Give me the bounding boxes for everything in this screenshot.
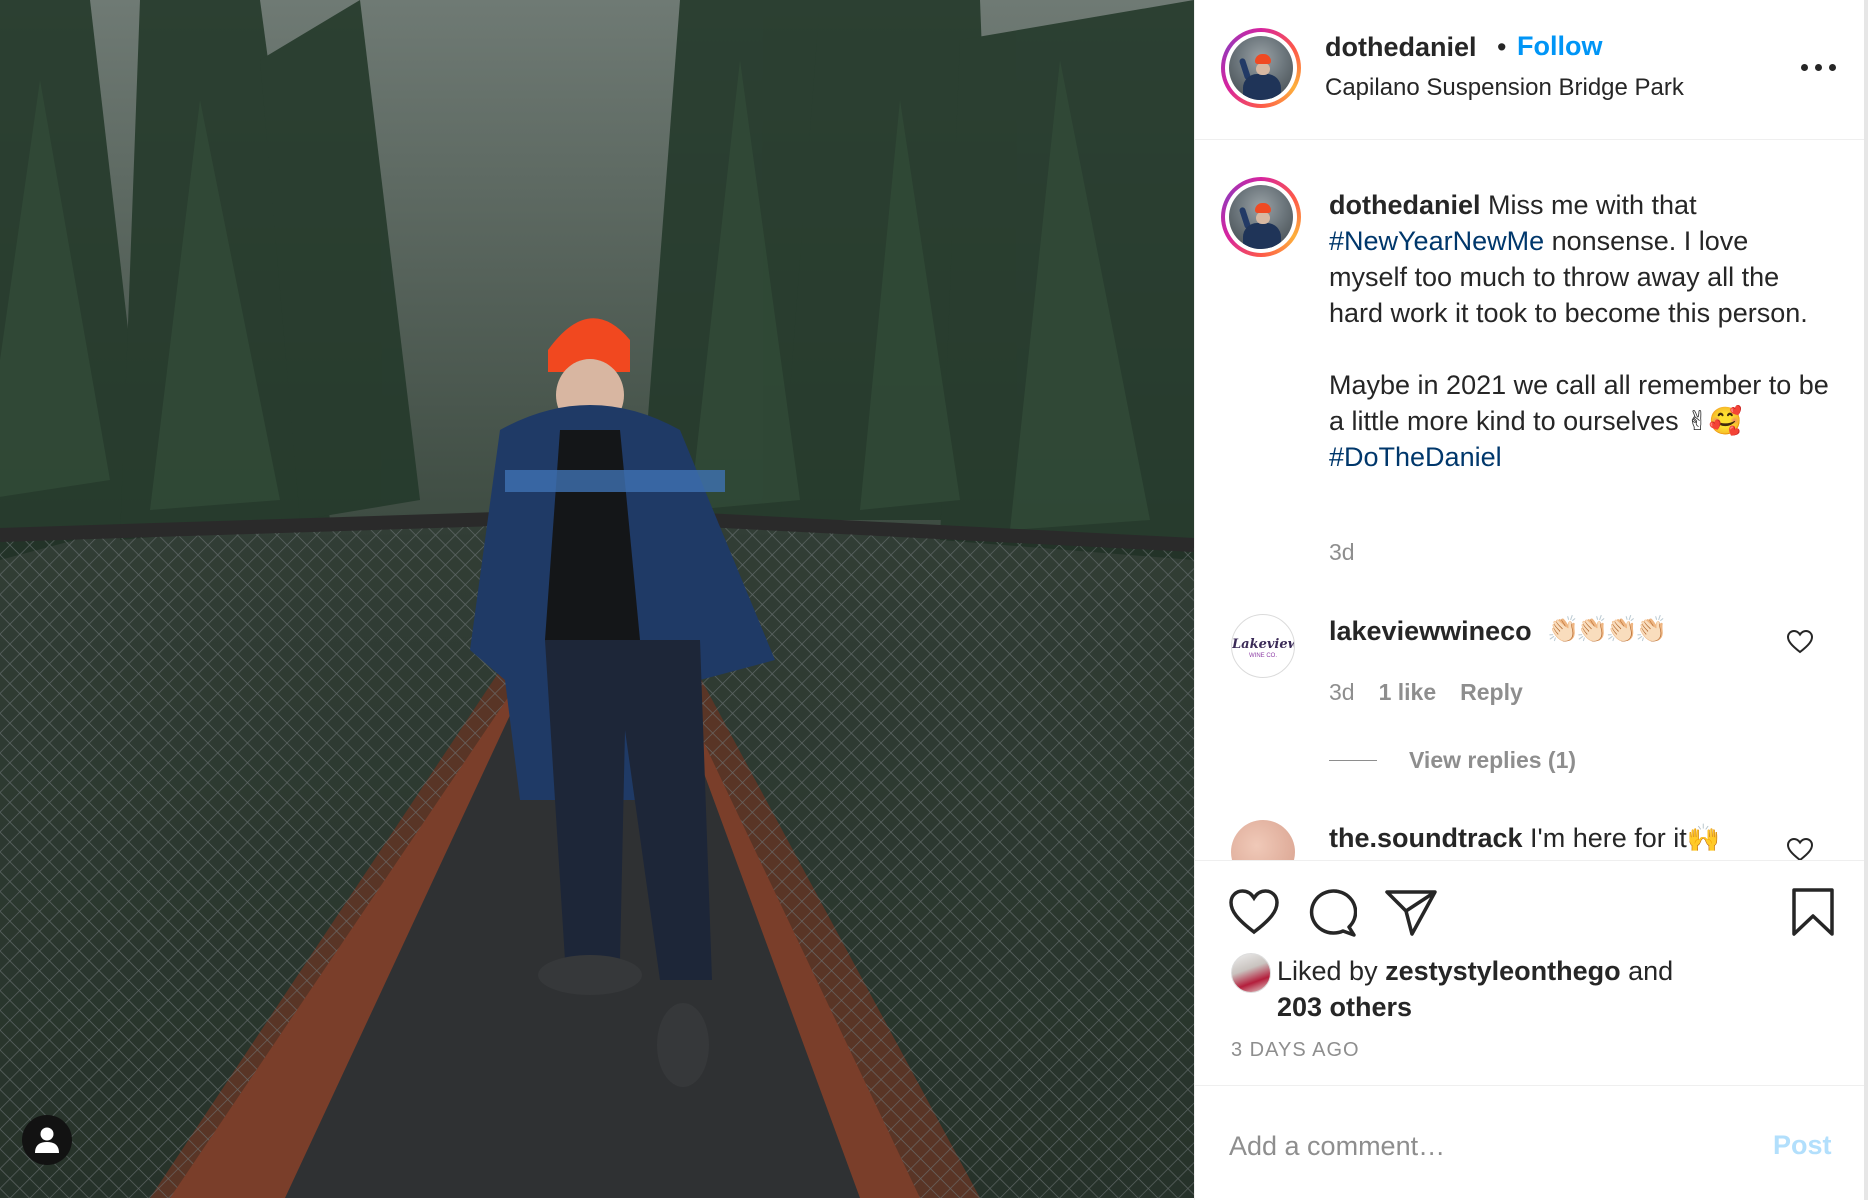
follow-button[interactable]: Follow	[1517, 31, 1602, 62]
photo-scene	[0, 0, 1194, 1198]
reply-button[interactable]: Reply	[1460, 679, 1523, 705]
post-comment-button[interactable]: Post	[1773, 1130, 1832, 1161]
comment-icon[interactable]	[1307, 889, 1357, 937]
comments-scroll-area[interactable]: dothedaniel Miss me with that #NewYearNe…	[1195, 140, 1865, 860]
hashtag-link[interactable]: #DoTheDaniel	[1329, 442, 1502, 472]
separator-dot: •	[1497, 32, 1507, 62]
more-options-icon[interactable]	[1799, 52, 1839, 82]
comment-text: I'm here for it🙌	[1522, 823, 1721, 853]
avatar-logo-text: Lakeview	[1232, 637, 1295, 652]
heart-icon[interactable]	[1229, 889, 1279, 935]
hashtag-link[interactable]: #NewYearNewMe	[1329, 226, 1544, 256]
panel-scrollbar[interactable]	[1864, 0, 1868, 1200]
comment-likes[interactable]: 1 like	[1379, 679, 1437, 705]
caption-avatar[interactable]	[1221, 177, 1301, 257]
post-header: dothedaniel • Follow Capilano Suspension…	[1195, 0, 1865, 140]
post-caption: dothedaniel Miss me with that #NewYearNe…	[1329, 187, 1829, 475]
bookmark-icon[interactable]	[1791, 887, 1835, 937]
likes-summary: Liked by zestystyleonthego and 203 others	[1277, 953, 1717, 1025]
user-tag-button[interactable]	[22, 1115, 72, 1165]
comment-username[interactable]: lakeviewwineco	[1329, 616, 1532, 647]
commenter-avatar[interactable]: Lakeview WINE CO.	[1231, 614, 1295, 678]
avatar-logo-subtext: WINE CO.	[1249, 653, 1277, 659]
caption-text-1: Miss me with that	[1480, 190, 1705, 220]
comment-row: the.soundtrack I'm here for it🙌	[1329, 822, 1720, 854]
likes-others-link[interactable]: 203 others	[1277, 992, 1412, 1022]
author-username[interactable]: dothedaniel	[1325, 32, 1477, 63]
comment-username[interactable]: the.soundtrack	[1329, 823, 1523, 853]
comment-meta: 3d 1 like Reply	[1329, 679, 1547, 706]
add-comment-bar: Post	[1195, 1085, 1865, 1200]
caption-time[interactable]: 3d	[1329, 539, 1355, 566]
liker-username[interactable]: zestystyleonthego	[1385, 956, 1621, 986]
commenter-avatar[interactable]	[1231, 820, 1295, 860]
send-icon[interactable]	[1385, 889, 1437, 937]
author-avatar[interactable]	[1221, 28, 1301, 108]
view-replies-button[interactable]: View replies (1)	[1409, 747, 1576, 774]
add-comment-input[interactable]	[1229, 1126, 1749, 1166]
caption-text-2: nonsense. I love myself too much to thro…	[1329, 226, 1829, 436]
post-side-panel: dothedaniel • Follow Capilano Suspension…	[1194, 0, 1868, 1200]
comment-like-heart-icon[interactable]	[1787, 838, 1813, 860]
post-location[interactable]: Capilano Suspension Bridge Park	[1325, 74, 1684, 102]
replies-divider	[1329, 760, 1377, 761]
post-timestamp[interactable]: 3 DAYS AGO	[1231, 1039, 1360, 1062]
likes-mid: and	[1620, 956, 1674, 986]
post-actions: Liked by zestystyleonthego and 203 others…	[1195, 860, 1865, 1085]
post-photo[interactable]	[0, 0, 1194, 1198]
comment-time[interactable]: 3d	[1329, 679, 1355, 705]
caption-username[interactable]: dothedaniel	[1329, 190, 1481, 220]
comment-like-heart-icon[interactable]	[1787, 630, 1813, 654]
likes-prefix: Liked by	[1277, 956, 1386, 986]
user-tag-icon	[35, 1127, 59, 1153]
comment-text: 👏🏻👏🏻👏🏻👏🏻	[1547, 614, 1667, 644]
liker-avatar[interactable]	[1231, 953, 1271, 993]
